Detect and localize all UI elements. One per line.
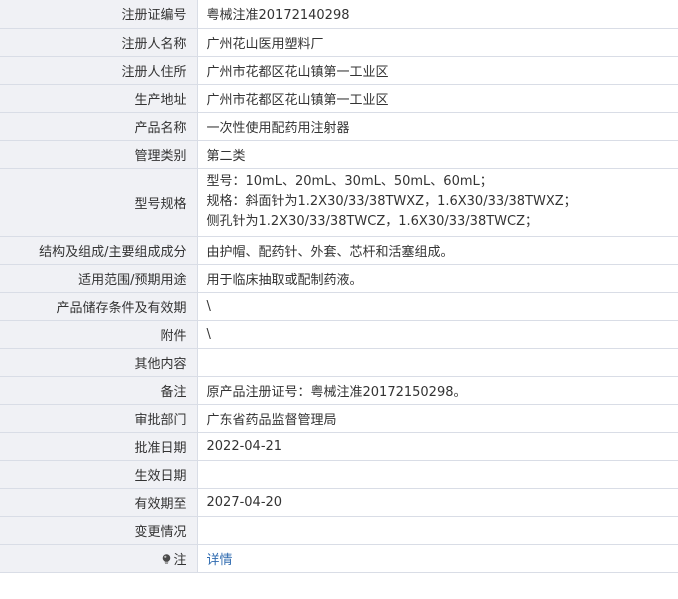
label-structure-composition: 结构及组成/主要组成成分 [0, 236, 198, 265]
label-registrant-address: 注册人住所 [0, 56, 198, 85]
row-effective-date: 生效日期 [0, 460, 678, 489]
label-approval-date: 批准日期 [0, 432, 198, 461]
label-remarks: 备注 [0, 376, 198, 405]
lightbulb-icon [162, 553, 171, 565]
label-intended-use: 适用范围/预期用途 [0, 264, 198, 293]
value-note: 详情 [197, 544, 678, 573]
value-production-address: 广州市花都区花山镇第一工业区 [197, 84, 678, 113]
model-spec-line: 型号：10mL、20mL、30mL、50mL、60mL； [206, 174, 493, 189]
row-approval-date: 批准日期 2022-04-21 [0, 432, 678, 461]
row-product-name: 产品名称 一次性使用配药用注射器 [0, 112, 678, 141]
value-registrant-address: 广州市花都区花山镇第一工业区 [197, 56, 678, 85]
row-registration-number: 注册证编号 粤械注准20172140298 [0, 0, 678, 29]
value-change-status [197, 516, 678, 545]
value-storage-validity: \ [197, 292, 678, 321]
label-storage-validity: 产品储存条件及有效期 [0, 292, 198, 321]
label-valid-until: 有效期至 [0, 488, 198, 517]
value-other-content [197, 348, 678, 377]
label-change-status: 变更情况 [0, 516, 198, 545]
note-label-text: 注 [173, 552, 187, 568]
row-registrant-name: 注册人名称 广州花山医用塑料厂 [0, 28, 678, 57]
row-note: 注 详情 [0, 544, 678, 573]
model-spec-line: 侧孔针为1.2X30/33/38TWCZ，1.6X30/33/38TWCZ； [206, 214, 539, 229]
row-model-spec: 型号规格 型号：10mL、20mL、30mL、50mL、60mL； 规格：斜面针… [0, 168, 678, 237]
row-intended-use: 适用范围/预期用途 用于临床抽取或配制药液。 [0, 264, 678, 293]
model-spec-line: 规格：斜面针为1.2X30/33/38TWXZ，1.6X30/33/38TWXZ… [206, 194, 577, 209]
value-product-name: 一次性使用配药用注射器 [197, 112, 678, 141]
label-registrant-name: 注册人名称 [0, 28, 198, 57]
row-remarks: 备注 原产品注册证号：粤械注准20172150298。 [0, 376, 678, 405]
value-effective-date [197, 460, 678, 489]
value-registration-number: 粤械注准20172140298 [197, 0, 678, 29]
value-approval-department: 广东省药品监督管理局 [197, 404, 678, 433]
row-production-address: 生产地址 广州市花都区花山镇第一工业区 [0, 84, 678, 113]
row-management-category: 管理类别 第二类 [0, 140, 678, 169]
row-change-status: 变更情况 [0, 516, 678, 545]
row-other-content: 其他内容 [0, 348, 678, 377]
label-approval-department: 审批部门 [0, 404, 198, 433]
value-approval-date: 2022-04-21 [197, 432, 678, 461]
label-model-spec: 型号规格 [0, 168, 198, 237]
row-attachments: 附件 \ [0, 320, 678, 349]
label-product-name: 产品名称 [0, 112, 198, 141]
value-intended-use: 用于临床抽取或配制药液。 [197, 264, 678, 293]
value-remarks: 原产品注册证号：粤械注准20172150298。 [197, 376, 678, 405]
registration-detail-table: 注册证编号 粤械注准20172140298 注册人名称 广州花山医用塑料厂 注册… [0, 0, 678, 573]
value-structure-composition: 由护帽、配药针、外套、芯杆和活塞组成。 [197, 236, 678, 265]
row-structure-composition: 结构及组成/主要组成成分 由护帽、配药针、外套、芯杆和活塞组成。 [0, 236, 678, 265]
label-management-category: 管理类别 [0, 140, 198, 169]
label-registration-number: 注册证编号 [0, 0, 198, 29]
details-link[interactable]: 详情 [207, 553, 233, 568]
label-effective-date: 生效日期 [0, 460, 198, 489]
label-other-content: 其他内容 [0, 348, 198, 377]
label-production-address: 生产地址 [0, 84, 198, 113]
label-attachments: 附件 [0, 320, 198, 349]
value-attachments: \ [197, 320, 678, 349]
value-model-spec: 型号：10mL、20mL、30mL、50mL、60mL； 规格：斜面针为1.2X… [197, 168, 678, 237]
row-storage-validity: 产品储存条件及有效期 \ [0, 292, 678, 321]
row-registrant-address: 注册人住所 广州市花都区花山镇第一工业区 [0, 56, 678, 85]
value-registrant-name: 广州花山医用塑料厂 [197, 28, 678, 57]
label-note: 注 [0, 544, 198, 573]
value-management-category: 第二类 [197, 140, 678, 169]
row-valid-until: 有效期至 2027-04-20 [0, 488, 678, 517]
row-approval-department: 审批部门 广东省药品监督管理局 [0, 404, 678, 433]
value-valid-until: 2027-04-20 [197, 488, 678, 517]
